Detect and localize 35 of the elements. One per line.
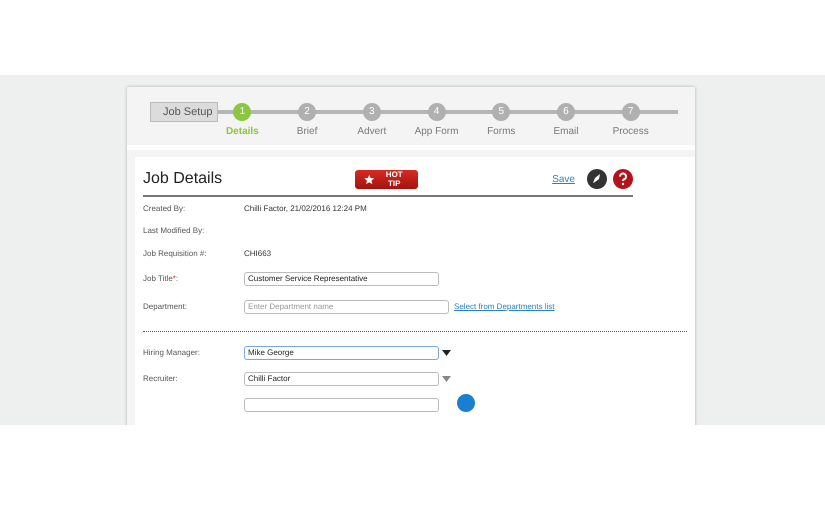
caret-icon[interactable] [442,350,451,356]
text-field[interactable]: Customer Service Representative [244,272,439,286]
step-label[interactable]: App Form [414,126,458,137]
field-label: Last Modified By: [143,226,206,236]
step-circle[interactable]: 4 [428,103,446,121]
save-link[interactable]: Save [552,174,575,184]
step-circle[interactable]: 2 [298,103,316,121]
step-circle[interactable]: 1 [233,103,252,121]
field-value: Chilli Factor, 21/02/2016 12:24 PM [244,204,367,213]
step-circle[interactable]: 3 [362,103,381,121]
field-label: Job Title*: [143,274,180,283]
page-title: Job Details [143,170,224,188]
step-circle[interactable]: 7 [622,103,640,121]
step-label[interactable]: Advert [357,126,386,137]
text-field[interactable]: Enter Department name [244,300,449,314]
select-field[interactable]: Chilli Factor [244,372,439,386]
field-label: Created By: [143,204,186,213]
help-icon[interactable] [613,169,633,189]
star-icon [364,174,374,184]
select-field[interactable] [244,398,439,412]
step-circle[interactable]: 6 [556,103,575,121]
field-value: CHI663 [244,248,272,258]
field-label: Department: [143,302,188,311]
select-field[interactable]: Mike George [244,346,439,360]
step-label[interactable]: Process [612,126,649,137]
field-label: Recruiter: [143,374,179,383]
hot-tip-button[interactable]: HOT TIP [354,170,418,188]
step-label[interactable]: Forms [487,126,516,137]
step-label[interactable]: Brief [296,126,318,137]
departments-link[interactable]: Select from Departments list [454,302,554,311]
step-circle[interactable]: 5 [492,103,510,121]
field-label: Job Requisition #: [143,248,208,258]
field-label: Hiring Manager: [143,348,201,357]
job-setup-label: Job Setup [150,102,218,122]
step-label[interactable]: Email [553,126,578,137]
